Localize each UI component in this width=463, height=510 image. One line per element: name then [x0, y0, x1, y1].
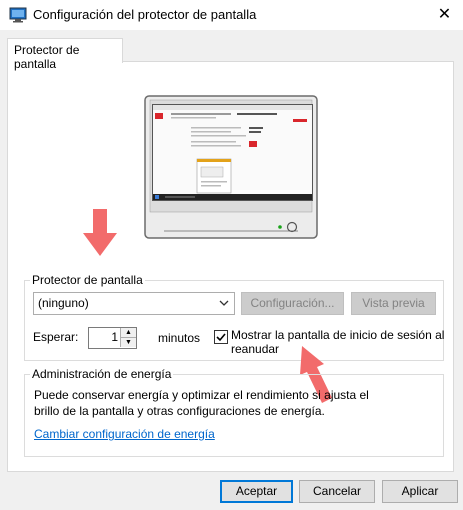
screensaver-selected-value: (ninguno): [38, 296, 89, 310]
power-group-legend: Administración de energía: [32, 367, 172, 381]
screensaver-app-icon: [9, 7, 27, 23]
resume-checkbox-label-line1[interactable]: Mostrar la pantalla de inicio de sesión …: [231, 328, 444, 342]
spin-up-icon[interactable]: ▲: [120, 328, 136, 338]
power-description-line2: brillo de la pantalla y otras configurac…: [34, 404, 325, 418]
close-button[interactable]: ✕: [426, 0, 463, 30]
tab-label: Protector de pantalla: [14, 43, 80, 71]
tab-screensaver[interactable]: Protector de pantalla: [7, 38, 123, 71]
ok-button[interactable]: Aceptar: [220, 480, 293, 503]
settings-button[interactable]: Configuración...: [241, 292, 344, 315]
power-description-line1: Puede conservar energía y optimizar el r…: [34, 388, 369, 402]
screensaver-dropdown[interactable]: (ninguno): [33, 292, 235, 315]
checkmark-icon: [216, 333, 226, 342]
wait-minutes-value: 1: [111, 330, 118, 344]
resume-logon-checkbox[interactable]: [214, 330, 228, 344]
cancel-button-label: Cancelar: [312, 484, 362, 498]
ok-button-label: Aceptar: [235, 484, 278, 498]
apply-button[interactable]: Aplicar: [382, 480, 458, 503]
spin-down-icon[interactable]: ▼: [120, 338, 136, 347]
window-title: Configuración del protector de pantalla: [33, 7, 257, 22]
monitor-screen-thumbnail: [152, 104, 313, 201]
wait-minutes-stepper[interactable]: 1 ▲ ▼: [88, 327, 137, 349]
screensaver-group-legend: Protector de pantalla: [32, 273, 143, 287]
settings-button-label: Configuración...: [250, 296, 335, 310]
cancel-button[interactable]: Cancelar: [299, 480, 375, 503]
chevron-down-icon: [219, 300, 229, 306]
change-power-settings-link[interactable]: Cambiar configuración de energía: [34, 427, 215, 441]
preview-button[interactable]: Vista previa: [351, 292, 436, 315]
annotation-arrow-down: [83, 209, 117, 256]
wait-label: Esperar:: [33, 330, 79, 344]
title-bar: Configuración del protector de pantalla …: [0, 0, 463, 30]
preview-button-label: Vista previa: [362, 296, 425, 310]
minutes-label: minutos: [158, 331, 201, 345]
resume-checkbox-label-line2[interactable]: reanudar: [231, 342, 279, 356]
apply-button-label: Aplicar: [401, 484, 439, 498]
close-icon: ✕: [437, 6, 452, 23]
